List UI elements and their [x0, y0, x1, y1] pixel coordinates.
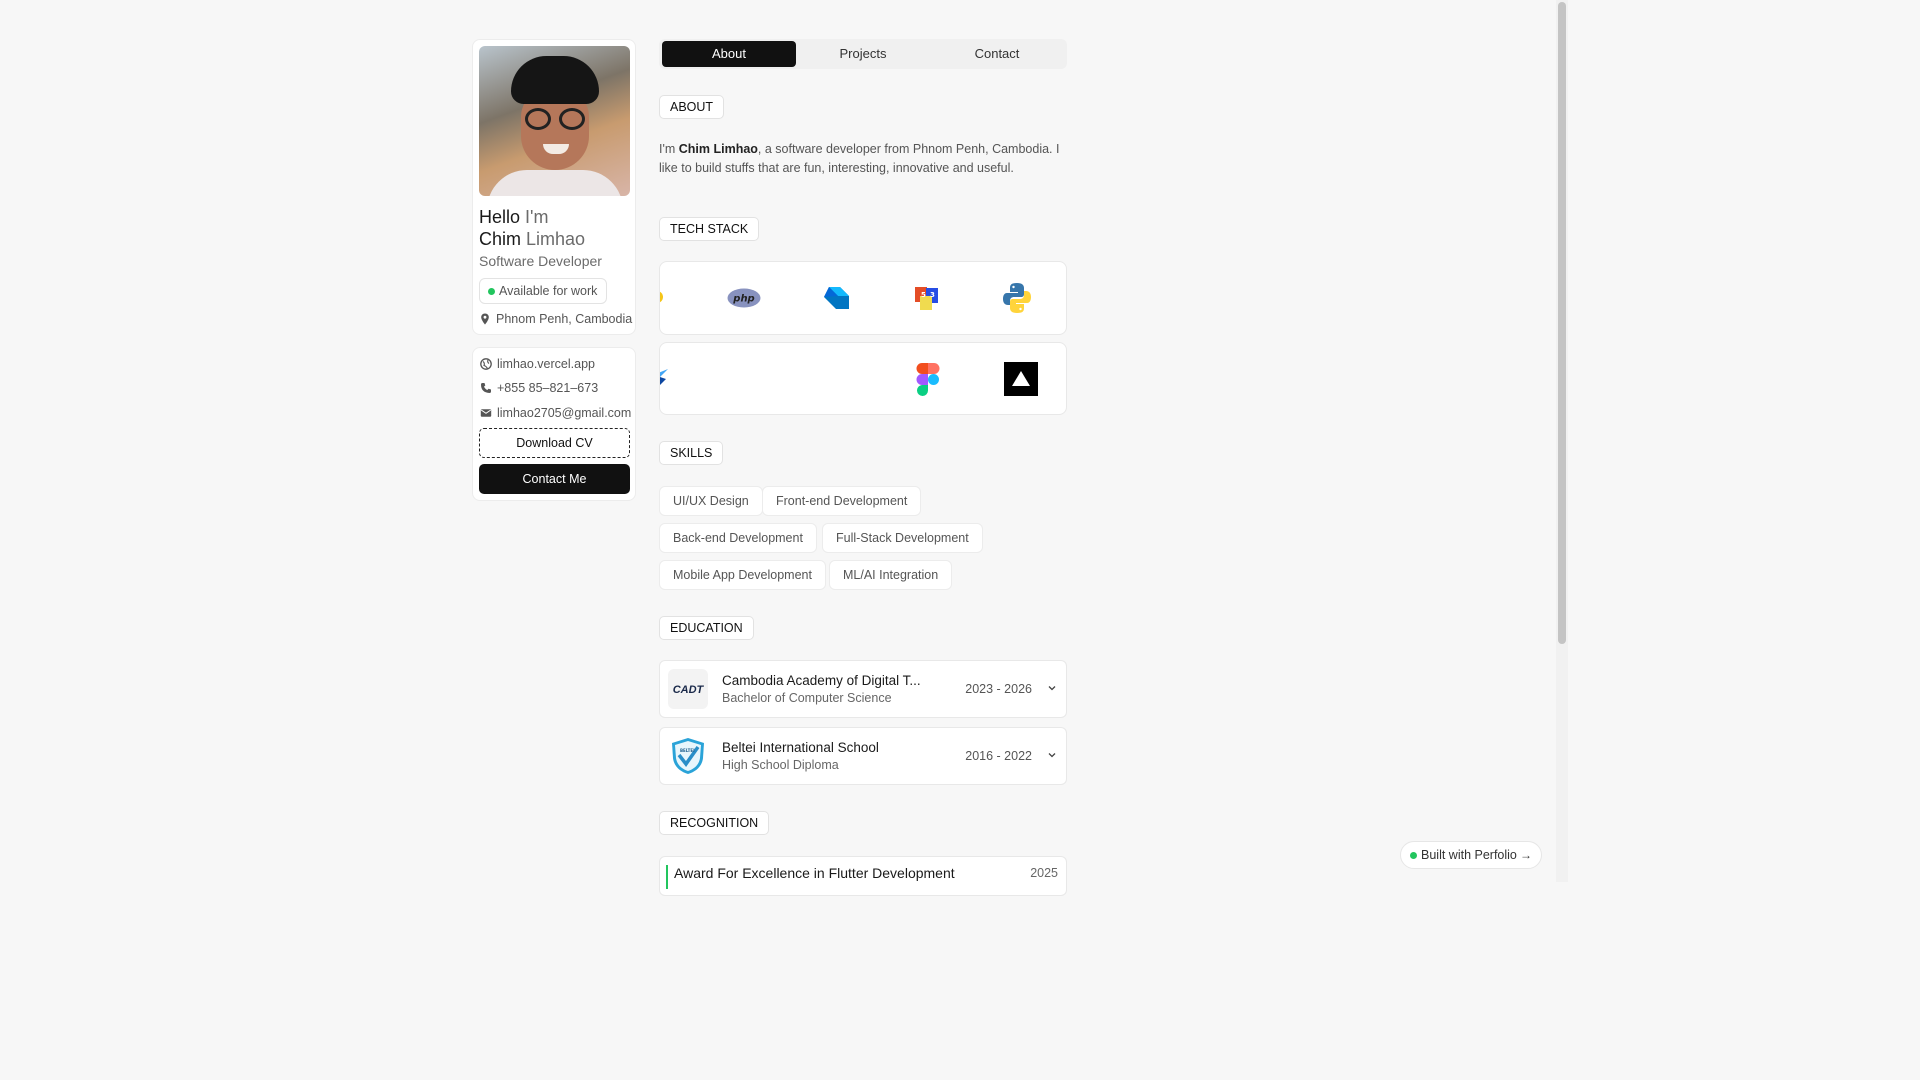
built-with-perfolio-link[interactable]: Built with Perfolio → [1400, 841, 1542, 869]
svg-text:3: 3 [930, 291, 935, 299]
education-years: 2016 - 2022 [965, 749, 1032, 763]
profile-photo [479, 46, 630, 196]
tech-stack-heading: TECH STACK [659, 217, 760, 241]
email-link[interactable]: limhao2705@gmail.com [480, 405, 631, 421]
svg-text:5: 5 [921, 291, 926, 299]
tech-stack-row-1: php 5 3 [659, 261, 1067, 335]
website-link[interactable]: limhao.vercel.app [480, 356, 595, 372]
skill-chip: Back-end Development [659, 523, 817, 553]
perfolio-label: Built with Perfolio [1421, 848, 1517, 862]
location-label: Phnom Penh, Cambodia [496, 312, 633, 326]
figma-icon [916, 363, 940, 396]
availability-badge: Available for work [479, 278, 608, 304]
education-name: Cambodia Academy of Digital T... [722, 673, 921, 688]
about-text: I'm Chim Limhao, a software developer fr… [659, 140, 1067, 178]
tab-contact[interactable]: Contact [930, 41, 1064, 67]
education-degree: Bachelor of Computer Science [722, 691, 892, 705]
skills-heading: SKILLS [659, 441, 724, 465]
phone-label: +855 85–821–673 [497, 381, 599, 395]
skill-chip: UI/UX Design [659, 486, 763, 516]
tab-projects[interactable]: Projects [796, 41, 930, 67]
scrollbar-track[interactable] [1556, 0, 1568, 882]
education-item[interactable]: CADT Cambodia Academy of Digital T... Ba… [659, 660, 1067, 718]
map-pin-icon [481, 313, 489, 325]
beltei-logo: BELTEI [672, 738, 704, 774]
globe-icon [480, 358, 492, 370]
profile-last-name: Limhao [526, 229, 586, 249]
main-tabs: About Projects Contact [659, 39, 1067, 69]
phone-link[interactable]: +855 85–821–673 [480, 380, 598, 396]
education-heading: EDUCATION [659, 616, 754, 640]
download-cv-button[interactable]: Download CV [479, 428, 630, 458]
scrollbar-thumb[interactable] [1558, 2, 1566, 644]
education-item[interactable]: BELTEI Beltei International School High … [659, 727, 1067, 785]
award-year: 2025 [1030, 866, 1058, 880]
skill-chip: Full-Stack Development [822, 523, 983, 553]
award-title: Award For Excellence in Flutter Developm… [674, 865, 955, 881]
recognition-heading: RECOGNITION [659, 811, 770, 835]
recognition-item: Award For Excellence in Flutter Developm… [659, 856, 1067, 896]
education-years: 2023 - 2026 [965, 682, 1032, 696]
profile-role: Software Developer [479, 253, 602, 269]
cadt-logo: CADT [668, 669, 708, 709]
flutter-icon [660, 369, 668, 385]
dart-icon [824, 287, 849, 309]
email-label: limhao2705@gmail.com [497, 406, 632, 420]
vercel-icon [1004, 362, 1038, 396]
tech-stack-row-2 [659, 342, 1067, 415]
availability-label: Available for work [499, 284, 598, 298]
profile-first-name: Chim [479, 229, 522, 249]
contact-card: limhao.vercel.app +855 85–821–673 limhao… [472, 347, 636, 501]
partial-logo-icon [660, 291, 663, 303]
html-css-icon: 5 3 [915, 287, 938, 310]
skill-chip: Front-end Development [762, 486, 922, 516]
website-label: limhao.vercel.app [497, 357, 595, 371]
profile-greeting: Hello I'm Chim Limhao [479, 206, 585, 250]
phone-icon [481, 383, 491, 393]
skill-chip: ML/AI Integration [829, 560, 953, 590]
mail-icon [480, 409, 492, 417]
php-icon: php [727, 288, 761, 308]
cadt-logo-text: CADT [672, 684, 704, 696]
arrow-right-icon: → [1520, 848, 1532, 862]
education-name: Beltei International School [722, 740, 879, 755]
chevron-down-icon[interactable] [1047, 683, 1057, 693]
location-row: Phnom Penh, Cambodia [479, 311, 632, 327]
award-accent-bar [666, 865, 668, 889]
tab-about[interactable]: About [662, 41, 796, 67]
beltei-logo-text: BELTEI [680, 748, 695, 753]
greeting-hello: Hello [479, 207, 521, 227]
php-logo-text: php [732, 294, 754, 305]
about-text-name: Chim Limhao [678, 142, 758, 156]
education-degree: High School Diploma [722, 758, 839, 772]
about-heading: ABOUT [659, 95, 725, 119]
about-text-before: I'm [659, 142, 679, 156]
python-icon [1003, 283, 1031, 313]
status-dot-icon [488, 288, 495, 295]
greeting-im: I'm [525, 207, 549, 227]
skill-chip: Mobile App Development [659, 560, 826, 590]
chevron-down-icon[interactable] [1047, 750, 1057, 760]
contact-me-button[interactable]: Contact Me [479, 464, 630, 494]
status-dot-icon [1410, 852, 1417, 859]
